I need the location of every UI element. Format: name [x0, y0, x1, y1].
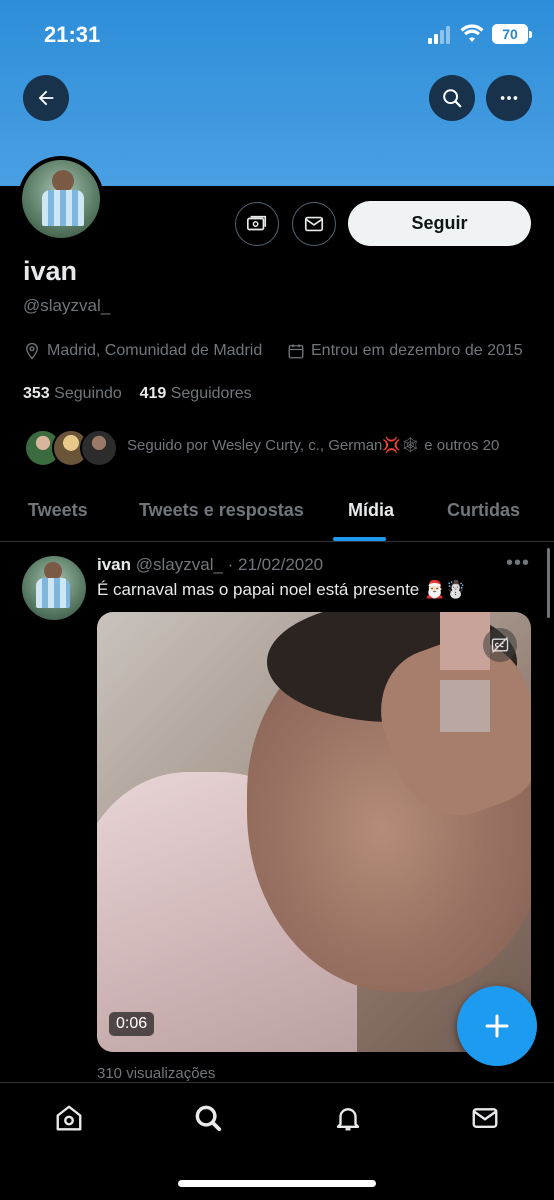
- profile-avatar[interactable]: [18, 156, 104, 242]
- money-icon: [247, 215, 267, 231]
- signal-icon: [428, 26, 454, 44]
- following-count: 353: [23, 385, 50, 402]
- followers-link[interactable]: 419 Seguidores: [140, 385, 252, 402]
- follow-counts: 353 Seguindo 419 Seguidores: [23, 385, 252, 403]
- mail-icon: [304, 216, 324, 232]
- arrow-left-icon: [38, 90, 54, 106]
- nav-messages[interactable]: [468, 1101, 502, 1135]
- nav-search[interactable]: [191, 1101, 225, 1135]
- following-link[interactable]: 353 Seguindo: [23, 385, 122, 402]
- location-pin-icon: [26, 342, 38, 360]
- home-indicator: [178, 1180, 376, 1187]
- followed-by-avatars[interactable]: [24, 429, 118, 467]
- tab-tweets-and-replies[interactable]: Tweets e respostas: [139, 500, 304, 521]
- home-icon: [56, 1105, 82, 1131]
- profile-handle: @slayzval_: [23, 296, 111, 315]
- follow-button[interactable]: Seguir: [348, 201, 531, 246]
- wifi-icon: [460, 24, 484, 44]
- back-button[interactable]: [23, 75, 69, 121]
- scrollbar[interactable]: [547, 548, 550, 618]
- tweet-views: 310 visualizações: [97, 1065, 216, 1082]
- status-time: 21:31: [44, 22, 101, 47]
- following-label: Seguindo: [54, 385, 122, 402]
- profile-name: ivan: [23, 256, 78, 286]
- location-row: Madrid, Comunidad de Madrid: [23, 342, 262, 360]
- status-bar: 21:31 70: [0, 0, 554, 70]
- search-icon: [443, 89, 462, 108]
- nav-notifications[interactable]: [331, 1101, 365, 1135]
- tweet-video[interactable]: 0:06: [97, 612, 531, 1052]
- joined-row: Entrou em dezembro de 2015: [287, 342, 523, 360]
- tab-likes[interactable]: Curtidas: [447, 500, 520, 521]
- followers-label: Seguidores: [170, 385, 252, 402]
- mail-icon: [472, 1108, 498, 1128]
- calendar-icon: [288, 344, 304, 359]
- tweet-author-avatar[interactable]: [22, 556, 86, 620]
- tweet-text: É carnaval mas o papai noel está present…: [97, 580, 467, 599]
- tweet-more-icon[interactable]: •••: [506, 552, 530, 575]
- search-icon: [195, 1105, 222, 1132]
- captions-icon[interactable]: [483, 628, 517, 662]
- followers-count: 419: [139, 385, 167, 402]
- tab-media[interactable]: Mídia: [348, 500, 394, 521]
- message-button[interactable]: [292, 202, 336, 246]
- followed-by-text[interactable]: Seguido por Wesley Curty, c., German💢🕸 e…: [127, 436, 499, 454]
- tab-tweets[interactable]: Tweets: [28, 500, 88, 521]
- search-button[interactable]: [429, 75, 475, 121]
- subscribe-button[interactable]: [235, 202, 279, 246]
- more-button[interactable]: [486, 75, 532, 121]
- profile-joined: Entrou em dezembro de 2015: [311, 342, 523, 359]
- avatar: [80, 429, 118, 467]
- compose-tweet-button[interactable]: [457, 986, 537, 1066]
- bell-icon: [336, 1108, 360, 1131]
- nav-home[interactable]: [52, 1101, 86, 1135]
- battery-indicator: 70: [492, 24, 532, 44]
- more-horizontal-icon: [500, 96, 518, 100]
- video-duration: 0:06: [109, 1012, 155, 1036]
- profile-location: Madrid, Comunidad de Madrid: [47, 342, 263, 359]
- active-tab-indicator: [333, 537, 386, 541]
- tweet-handle-date: @slayzval_ · 21/02/2020: [135, 555, 324, 574]
- profile-tabs: Tweets Tweets e respostas Mídia Curtidas: [0, 490, 554, 542]
- plus-icon: [485, 1014, 509, 1038]
- tweet-author-name[interactable]: ivan: [97, 555, 131, 574]
- tweet-header: ivan @slayzval_ · 21/02/2020: [97, 555, 323, 575]
